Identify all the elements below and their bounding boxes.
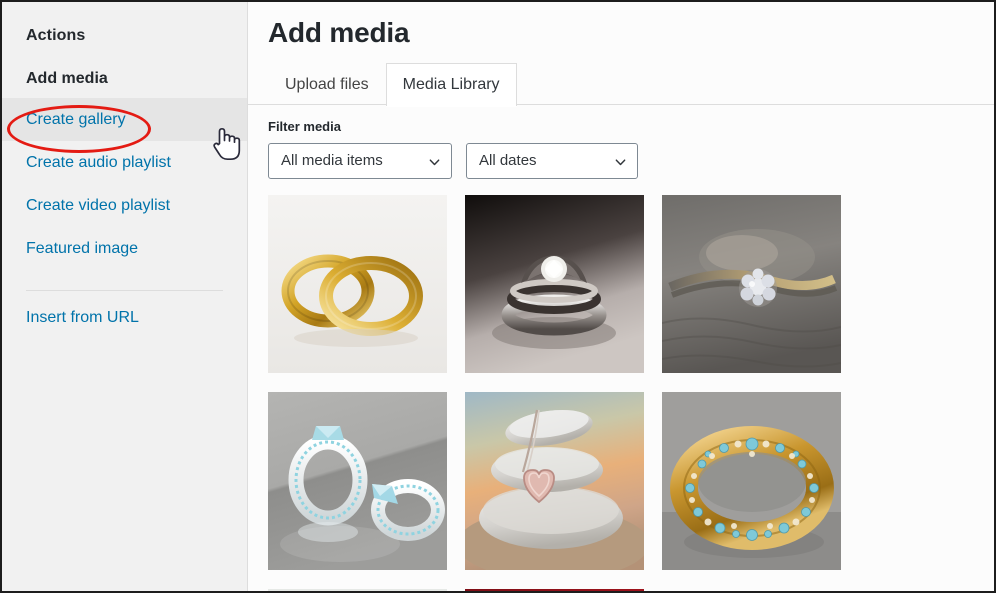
tabs-row: Upload files Media Library bbox=[268, 62, 994, 107]
tab-upload-files[interactable]: Upload files bbox=[268, 63, 386, 106]
chevron-down-icon bbox=[429, 155, 440, 166]
media-type-select-value: All media items bbox=[281, 152, 383, 170]
media-modal-sidebar: Actions Add media Create gallery Create … bbox=[2, 2, 248, 591]
sidebar-item-insert-from-url[interactable]: Insert from URL bbox=[2, 307, 247, 329]
media-modal-content: Add media Upload files Media Library Fil… bbox=[248, 2, 994, 591]
filter-controls-row: All media items All dates bbox=[268, 142, 994, 179]
media-item-heart-pendant-stones[interactable] bbox=[465, 391, 644, 570]
date-filter-select[interactable]: All dates bbox=[466, 142, 638, 179]
media-grid bbox=[248, 194, 994, 591]
sidebar-item-create-gallery[interactable]: Create gallery bbox=[2, 98, 247, 141]
media-item-gold-wedding-bands[interactable] bbox=[268, 194, 447, 373]
tab-media-library[interactable]: Media Library bbox=[385, 62, 517, 107]
media-item-aquamarine-rings[interactable] bbox=[268, 391, 447, 570]
chevron-down-icon bbox=[615, 155, 626, 166]
page-title: Add media bbox=[268, 17, 410, 48]
sidebar-group-title-add-media: Add media bbox=[26, 70, 108, 87]
screenshot-root: Actions Add media Create gallery Create … bbox=[0, 0, 1000, 600]
media-item-diamond-engagement-set[interactable] bbox=[465, 194, 644, 373]
sidebar-item-create-audio-playlist[interactable]: Create audio playlist bbox=[2, 141, 247, 184]
media-modal-window: Actions Add media Create gallery Create … bbox=[0, 0, 996, 593]
media-type-select[interactable]: All media items bbox=[268, 142, 452, 179]
media-item-diamond-bracelet-red[interactable] bbox=[465, 588, 644, 591]
sidebar-item-create-video-playlist[interactable]: Create video playlist bbox=[2, 184, 247, 227]
sidebar-item-featured-image[interactable]: Featured image bbox=[2, 227, 247, 270]
sidebar-heading-actions: Actions bbox=[26, 27, 86, 44]
tab-strip: Upload files Media Library bbox=[248, 62, 994, 107]
filter-media-area: Filter media All media items All dates bbox=[248, 105, 994, 179]
sidebar-divider bbox=[26, 290, 223, 291]
filter-media-label: Filter media bbox=[268, 118, 341, 134]
media-item-gemstone-bangles[interactable] bbox=[268, 588, 447, 591]
media-item-turquoise-gold-bangle[interactable] bbox=[662, 391, 841, 570]
sidebar-menu: Create gallery Create audio playlist Cre… bbox=[2, 98, 247, 270]
sidebar-menu-secondary: Insert from URL bbox=[2, 307, 247, 329]
media-item-solitaire-cluster-ring[interactable] bbox=[662, 194, 841, 373]
date-filter-select-value: All dates bbox=[479, 152, 537, 170]
